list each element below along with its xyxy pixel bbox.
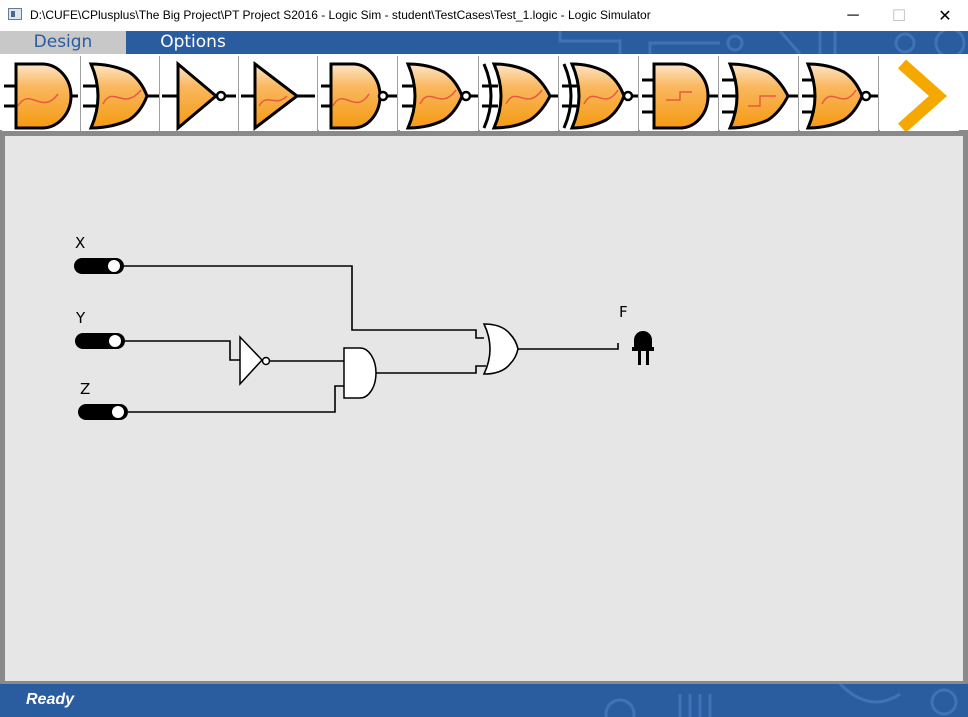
window-title: D:\CUFE\CPlusplus\The Big Project\PT Pro… <box>30 8 651 22</box>
close-button[interactable]: ✕ <box>922 0 968 31</box>
nor-gate-icon <box>402 62 478 130</box>
nand-gate-icon <box>321 62 397 130</box>
status-decoration <box>604 684 958 717</box>
or-gate-tool[interactable] <box>81 56 160 131</box>
buffer-gate-icon <box>241 60 315 131</box>
tab-options[interactable]: Options <box>130 31 256 54</box>
xor-gate-icon <box>482 62 558 130</box>
xnor-gate-tool[interactable] <box>560 56 639 131</box>
maximize-button[interactable]: ☐ <box>876 0 922 31</box>
not-gate-tool[interactable] <box>160 56 239 131</box>
switch-x[interactable] <box>74 258 124 274</box>
not-gate[interactable] <box>239 335 271 386</box>
led-f[interactable] <box>632 331 654 365</box>
switch-y[interactable] <box>75 333 125 349</box>
not-gate-icon <box>162 60 236 131</box>
next-tools-button[interactable] <box>880 56 959 131</box>
nor3-gate-tool[interactable] <box>800 56 879 131</box>
nand-gate-tool[interactable] <box>319 56 398 131</box>
next-arrow-icon <box>898 59 948 131</box>
or3-gate-tool[interactable] <box>720 56 799 131</box>
status-text: Ready <box>26 691 75 708</box>
drawing-area-frame: X Y Z F <box>0 133 968 684</box>
xnor-gate-icon <box>562 62 638 130</box>
title-bar: D:\CUFE\CPlusplus\The Big Project\PT Pro… <box>0 0 968 31</box>
circuit-diagram <box>74 258 654 420</box>
app-window-icon <box>8 8 22 20</box>
nor-gate-tool[interactable] <box>400 56 479 131</box>
buffer-gate-tool[interactable] <box>239 56 318 131</box>
or3-gate-icon <box>722 62 798 130</box>
and-gate[interactable] <box>343 347 377 399</box>
and-gate-tool[interactable] <box>2 56 81 131</box>
and3-gate-icon <box>642 62 718 130</box>
switch-z[interactable] <box>78 404 128 420</box>
and3-gate-tool[interactable] <box>640 56 719 131</box>
or-gate-icon <box>83 62 159 130</box>
nor3-gate-icon <box>802 62 878 130</box>
gate-toolbar <box>0 54 968 133</box>
drawing-canvas[interactable]: X Y Z F <box>5 136 963 681</box>
xor-gate-tool[interactable] <box>480 56 559 131</box>
tab-design[interactable]: Design <box>0 31 126 54</box>
status-bar: Ready <box>0 684 968 717</box>
and-gate-icon <box>4 62 78 130</box>
minimize-button[interactable]: ─ <box>830 0 876 31</box>
or-gate[interactable] <box>482 323 519 375</box>
menu-bar: Design Options <box>0 31 968 54</box>
